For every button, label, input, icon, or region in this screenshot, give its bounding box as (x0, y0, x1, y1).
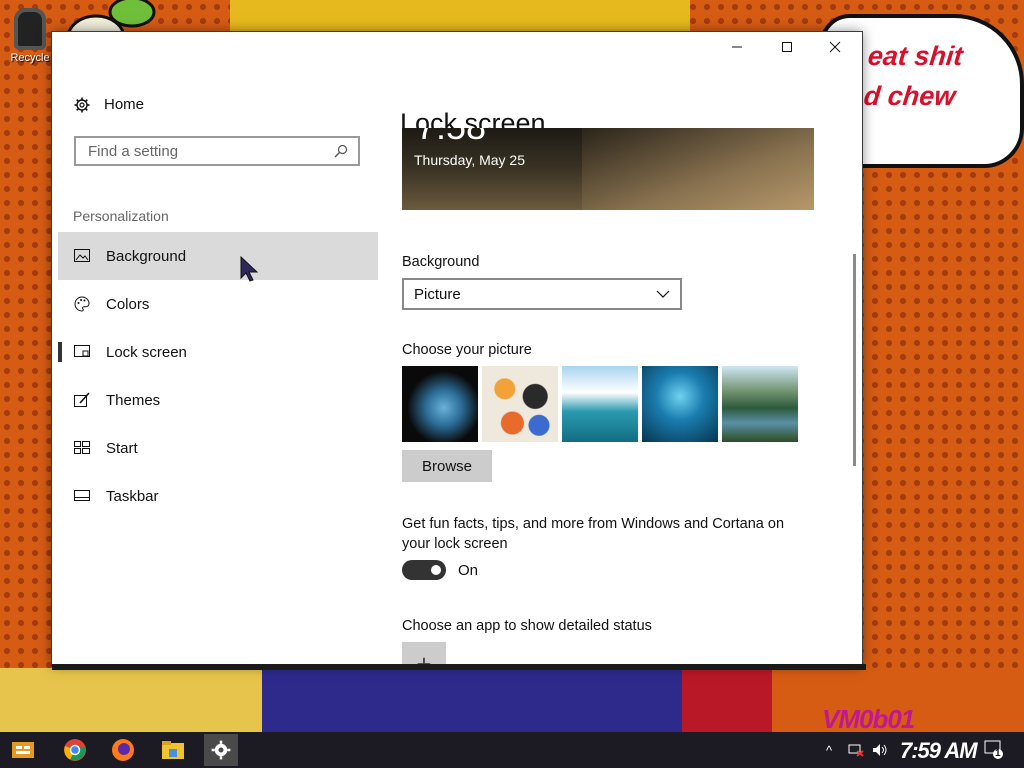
minimize-icon (732, 46, 742, 48)
scrollbar-thumb[interactable] (853, 254, 856, 466)
maximize-button[interactable] (764, 32, 810, 62)
sidebar-item-label: Colors (106, 295, 150, 313)
fun-facts-text: Get fun facts, tips, and more from Windo… (402, 516, 785, 552)
bubble-line: eat shit (866, 41, 965, 71)
lock-screen-icon (74, 344, 90, 360)
network-status-button[interactable] (848, 732, 864, 768)
maximize-icon (782, 42, 792, 52)
sidebar-item-label: Taskbar (106, 487, 159, 505)
sidebar-item-start[interactable]: Start (58, 424, 378, 472)
themes-icon (74, 392, 90, 408)
recycle-bin-desktop-icon[interactable]: Recycle (8, 8, 52, 64)
taskbar-icon (74, 488, 90, 504)
sidebar-item-colors[interactable]: Colors (58, 280, 378, 328)
sidebar-item-taskbar[interactable]: Taskbar (58, 472, 378, 520)
close-button[interactable] (812, 32, 858, 62)
picture-thumbnail[interactable] (402, 366, 478, 442)
start-button[interactable] (6, 734, 40, 766)
preview-date: Thursday, May 25 (414, 152, 526, 168)
browse-button[interactable]: Browse (402, 450, 492, 482)
mouse-cursor-icon (240, 256, 259, 282)
notification-count: 1 (995, 747, 1001, 759)
sidebar-item-themes[interactable]: Themes (58, 376, 378, 424)
volume-button[interactable] (872, 732, 888, 768)
personalization-nav: Background Colors Lock screen Themes Sta… (58, 232, 378, 520)
home-link[interactable]: Home (74, 96, 144, 113)
lock-screen-content: Lock screen 7:58 Thursday, May 25 Backgr… (396, 62, 862, 666)
firefox-taskbar-button[interactable] (106, 734, 140, 766)
sidebar-item-label: Lock screen (106, 343, 187, 361)
picture-thumbnail[interactable] (482, 366, 558, 442)
search-icon (334, 144, 348, 158)
file-explorer-taskbar-button[interactable] (156, 734, 190, 766)
minimize-button[interactable] (714, 32, 760, 62)
wallpaper-watermark: VM0b01 (822, 704, 915, 734)
picture-choices (402, 366, 798, 442)
sidebar-item-background[interactable]: Background (58, 232, 378, 280)
background-dropdown[interactable]: Picture (402, 278, 682, 310)
settings-sidebar: Home Personalization Background Colors (58, 62, 378, 666)
wallpaper-panel-bottom-mid (262, 668, 682, 732)
wallpaper-bubble-text: eat shit d chew (862, 36, 965, 116)
preview-time: 7:58 (416, 128, 486, 148)
toggle-state-label: On (458, 561, 479, 579)
network-disconnected-icon (848, 744, 864, 757)
image-icon (74, 248, 90, 264)
background-label: Background (402, 254, 480, 270)
sidebar-item-label: Themes (106, 391, 161, 409)
settings-window: Home Personalization Background Colors (52, 32, 862, 666)
palette-icon (74, 296, 90, 312)
section-label-personalization: Personalization (73, 208, 169, 224)
chevron-up-icon: ^ (826, 742, 833, 758)
settings-gear-icon (211, 740, 231, 760)
recycle-bin-label: Recycle (10, 52, 50, 64)
taskbar: ^ 7:59 AM 1 (0, 732, 1024, 768)
firefox-icon (112, 739, 134, 761)
window-bottom-edge (52, 664, 866, 670)
sidebar-item-lock-screen[interactable]: Lock screen (58, 328, 378, 376)
folder-icon (162, 741, 184, 759)
taskbar-clock[interactable]: 7:59 AM (900, 738, 978, 764)
show-hidden-icons-button[interactable]: ^ (826, 732, 832, 768)
close-icon (829, 41, 841, 53)
settings-taskbar-button[interactable] (204, 734, 238, 766)
fun-facts-toggle-row: On (402, 560, 478, 580)
picture-thumbnail[interactable] (562, 366, 638, 442)
notification-icon (984, 740, 1003, 759)
chevron-down-icon (656, 290, 670, 298)
picture-thumbnail[interactable] (722, 366, 798, 442)
start-icon (74, 440, 90, 456)
lock-screen-preview: 7:58 Thursday, May 25 (402, 128, 814, 210)
bubble-line: d chew (862, 81, 958, 111)
sidebar-item-label: Start (106, 439, 138, 457)
background-dropdown-value: Picture (414, 285, 461, 303)
wallpaper-panel-bottom-red (682, 668, 772, 732)
add-app-button[interactable]: + (402, 642, 446, 666)
detailed-status-label: Choose an app to show detailed status (402, 618, 652, 634)
choose-picture-label: Choose your picture (402, 342, 532, 358)
home-label: Home (104, 96, 145, 113)
sidebar-item-label: Background (106, 247, 187, 265)
speaker-icon (873, 744, 887, 756)
chrome-icon (64, 739, 86, 761)
search-input[interactable] (86, 141, 334, 161)
fun-facts-toggle[interactable] (402, 560, 446, 580)
picture-thumbnail[interactable] (642, 366, 718, 442)
start-menu-icon (12, 742, 34, 758)
recycle-bin-icon (14, 8, 46, 50)
wallpaper-panel-top (230, 0, 690, 36)
preview-landscape (582, 128, 814, 210)
chrome-taskbar-button[interactable] (58, 734, 92, 766)
find-setting-search[interactable] (74, 136, 360, 166)
action-center-button[interactable]: 1 (984, 732, 1010, 768)
gear-icon (74, 97, 90, 112)
